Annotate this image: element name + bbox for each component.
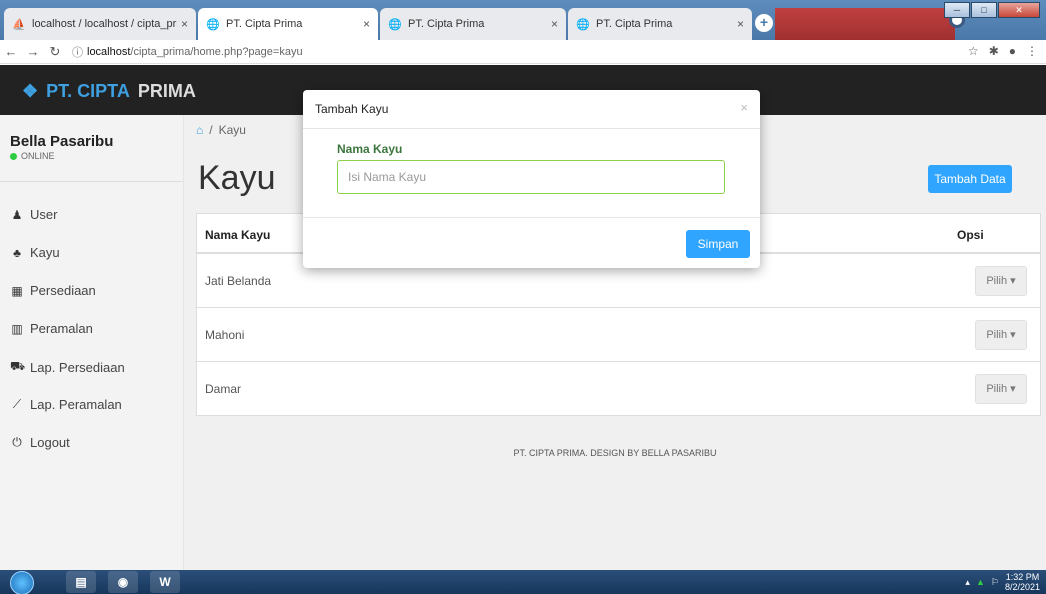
bookmark-star-icon[interactable]: ☆	[968, 44, 979, 58]
tab-title: localhost / localhost / cipta_prim	[32, 18, 177, 30]
back-icon[interactable]: ←	[0, 44, 22, 59]
network-icon[interactable]: ⚐	[991, 577, 999, 588]
browser-tab-cipta-prima-3[interactable]: 🌐 PT. Cipta Prima ×	[568, 8, 752, 40]
close-icon[interactable]: ×	[740, 100, 748, 115]
reload-icon[interactable]: ↻	[44, 44, 66, 60]
info-icon[interactable]: ⓘ	[72, 44, 83, 60]
url-field[interactable]: ⓘ localhost/cipta_prima/home.php?page=ka…	[72, 44, 303, 60]
save-button[interactable]: Simpan	[686, 230, 750, 258]
browser-actions: ☆ ✱ ● ⋮	[968, 44, 1038, 58]
url-path: /cipta_prima/home.php?page=kayu	[130, 45, 303, 58]
new-tab-button[interactable]: +	[755, 14, 773, 32]
browser-tabstrip: ⛵ localhost / localhost / cipta_prim × 🌐…	[0, 0, 1046, 40]
nama-kayu-label: Nama Kayu	[337, 142, 403, 156]
close-window-button[interactable]: ✕	[998, 2, 1040, 18]
globe-icon: 🌐	[576, 18, 590, 31]
chrome-icon[interactable]: ◉	[108, 571, 138, 593]
clock-date: 8/2/2021	[1004, 582, 1040, 592]
browser-tab-phpmyadmin[interactable]: ⛵ localhost / localhost / cipta_prim ×	[4, 8, 196, 40]
clock-time: 1:32 PM	[1005, 572, 1040, 582]
address-bar-row: ← → ↻ ⓘ localhost/cipta_prima/home.php?p…	[0, 40, 1046, 64]
tambah-kayu-modal: Tambah Kayu × Nama Kayu Simpan	[303, 90, 760, 268]
tab-close-icon[interactable]: ×	[363, 17, 370, 31]
system-tray: ▴ ▲ ⚐ 1:32 PM 8/2/2021	[965, 572, 1040, 592]
extensions-icon[interactable]: ✱	[989, 44, 999, 58]
nama-kayu-input[interactable]	[337, 160, 725, 194]
os-taskbar: ▤ ◉ W ▴ ▲ ⚐ 1:32 PM 8/2/2021	[0, 570, 1046, 594]
browser-tab-cipta-prima-1[interactable]: 🌐 PT. Cipta Prima ×	[198, 8, 378, 40]
menu-kebab-icon[interactable]: ⋮	[1026, 44, 1038, 58]
modal-header-divider	[303, 128, 760, 129]
tab-title: PT. Cipta Prima	[226, 18, 303, 30]
url-host: localhost	[87, 45, 131, 58]
browser-tab-cipta-prima-2[interactable]: 🌐 PT. Cipta Prima ×	[380, 8, 566, 40]
tray-expand-icon[interactable]: ▴	[965, 577, 970, 588]
taskbar-clock[interactable]: 1:32 PM 8/2/2021	[1005, 572, 1040, 592]
maximize-button[interactable]: □	[971, 2, 997, 18]
account-avatar-icon[interactable]: ●	[1009, 44, 1016, 58]
word-icon[interactable]: W	[150, 571, 180, 593]
phpmyadmin-icon: ⛵	[12, 18, 26, 31]
tabstrip-highlight	[775, 8, 955, 40]
globe-icon: 🌐	[206, 18, 220, 31]
forward-icon[interactable]: →	[22, 44, 44, 59]
modal-footer-divider	[303, 217, 760, 218]
window-controls: ─ □ ✕	[944, 2, 1040, 18]
minimize-button[interactable]: ─	[944, 2, 970, 18]
file-explorer-icon[interactable]: ▤	[66, 571, 96, 593]
tab-title: PT. Cipta Prima	[596, 18, 673, 30]
tab-close-icon[interactable]: ×	[737, 17, 744, 31]
tab-close-icon[interactable]: ×	[551, 17, 558, 31]
tray-app-icon[interactable]: ▲	[976, 577, 985, 587]
start-button[interactable]	[10, 571, 34, 594]
tab-close-icon[interactable]: ×	[181, 17, 188, 31]
tab-title: PT. Cipta Prima	[408, 18, 485, 30]
modal-title: Tambah Kayu	[315, 102, 389, 116]
globe-icon: 🌐	[388, 18, 402, 31]
